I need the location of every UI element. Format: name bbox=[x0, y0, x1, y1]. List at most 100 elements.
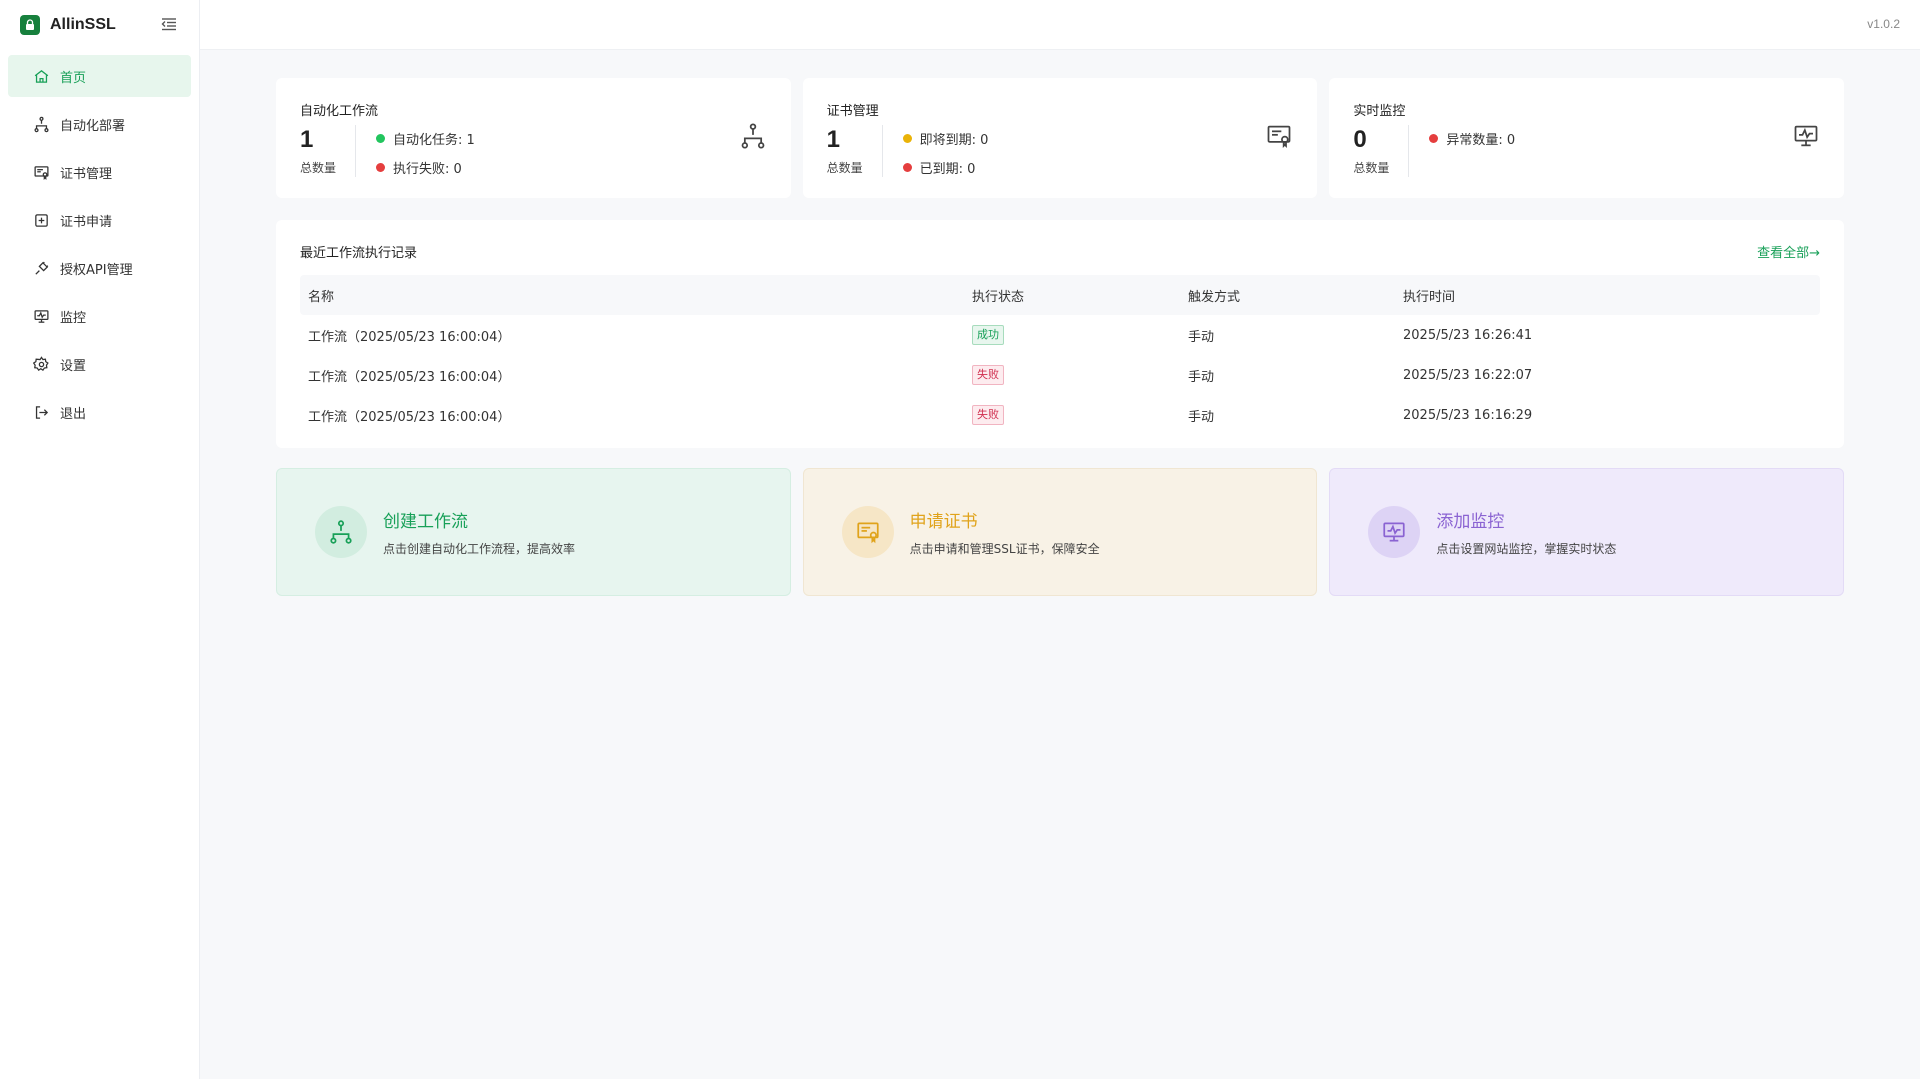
sidebar-item-label: 退出 bbox=[60, 406, 87, 422]
stat-item: 异常数量: 0 bbox=[1429, 129, 1515, 148]
certificate-icon bbox=[1265, 122, 1293, 154]
sidebar-item-cert-manage[interactable]: 证书管理 bbox=[8, 151, 191, 193]
stat-count: 1 bbox=[826, 126, 841, 153]
stat-count-label: 总数量 bbox=[300, 161, 337, 175]
status-dot-yellow bbox=[902, 134, 912, 143]
monitor-icon bbox=[1792, 122, 1820, 154]
add-monitor-card[interactable]: 添加监控 点击设置网站监控，掌握实时状态 bbox=[1329, 468, 1845, 596]
stat-count-label: 总数量 bbox=[826, 161, 863, 175]
table-row: 工作流（2025/05/23 16:00:04） 失败 手动 2025/5/23… bbox=[300, 355, 1820, 395]
status-badge: 成功 bbox=[972, 325, 1004, 345]
stat-title: 证书管理 bbox=[826, 104, 879, 119]
action-description: 点击申请和管理SSL证书，保障安全 bbox=[909, 542, 1100, 556]
status-badge: 失败 bbox=[972, 365, 1004, 385]
stat-item-label: 异常数量: 0 bbox=[1446, 133, 1516, 148]
status-dot-red bbox=[1429, 134, 1439, 143]
sidebar-nav: 首页 自动化部署 证书管理 证书申请 授权API管理 监控 设置 退出 bbox=[0, 50, 199, 444]
stat-count-label: 总数量 bbox=[1353, 161, 1390, 175]
monitor-icon bbox=[1368, 506, 1421, 558]
row-time: 2025/5/23 16:16:29 bbox=[1403, 407, 1533, 423]
stat-item: 已到期: 0 bbox=[902, 158, 989, 177]
plus-square-icon bbox=[32, 211, 50, 229]
sidebar-item-settings[interactable]: 设置 bbox=[8, 343, 191, 385]
apply-certificate-card[interactable]: 申请证书 点击申请和管理SSL证书，保障安全 bbox=[802, 468, 1318, 596]
status-dot-red bbox=[902, 163, 912, 172]
create-workflow-card[interactable]: 创建工作流 点击创建自动化工作流程，提高效率 bbox=[276, 468, 791, 596]
column-header-status: 执行状态 bbox=[972, 289, 1025, 305]
action-title: 添加监控 bbox=[1436, 512, 1505, 532]
sidebar: AllinSSL 首页 自动化部署 证书管理 证书申请 授权API管理 监控 设… bbox=[0, 0, 200, 1079]
workflow-icon bbox=[315, 506, 367, 558]
sidebar-item-label: 自动化部署 bbox=[60, 118, 126, 134]
stat-count: 0 bbox=[1353, 126, 1367, 153]
stat-cards: 自动化工作流 1 总数量 自动化任务: 1 执行失败: 0 证书管理 1 总数量… bbox=[276, 78, 1845, 198]
column-header-trigger: 触发方式 bbox=[1188, 289, 1241, 305]
row-name: 工作流（2025/05/23 16:00:04） bbox=[308, 369, 511, 385]
stat-item-label: 已到期: 0 bbox=[919, 162, 976, 177]
stat-title: 实时监控 bbox=[1353, 104, 1406, 119]
row-trigger: 手动 bbox=[1188, 409, 1215, 425]
stat-card-workflow[interactable]: 自动化工作流 1 总数量 自动化任务: 1 执行失败: 0 bbox=[276, 78, 791, 198]
stat-item-label: 自动化任务: 1 bbox=[393, 133, 475, 148]
sidebar-item-label: 证书申请 bbox=[60, 214, 113, 230]
stat-item: 即将到期: 0 bbox=[902, 129, 989, 148]
view-all-link[interactable]: 查看全部→ bbox=[1757, 242, 1820, 261]
sidebar-item-label: 授权API管理 bbox=[60, 262, 133, 278]
sidebar-item-auto-deploy[interactable]: 自动化部署 bbox=[8, 103, 191, 145]
row-time: 2025/5/23 16:22:07 bbox=[1403, 367, 1533, 383]
action-description: 点击设置网站监控，掌握实时状态 bbox=[1436, 542, 1617, 556]
dashboard-main: 自动化工作流 1 总数量 自动化任务: 1 执行失败: 0 证书管理 1 总数量… bbox=[276, 78, 1845, 596]
lock-logo-icon bbox=[20, 15, 40, 35]
recent-records-panel: 最近工作流执行记录 查看全部→ 名称 执行状态 触发方式 执行时间 工作流（20… bbox=[276, 220, 1844, 448]
table-row: 工作流（2025/05/23 16:00:04） 失败 手动 2025/5/23… bbox=[300, 395, 1820, 435]
records-table: 名称 执行状态 触发方式 执行时间 工作流（2025/05/23 16:00:0… bbox=[300, 275, 1820, 435]
column-header-name: 名称 bbox=[308, 289, 335, 305]
status-dot-red bbox=[376, 163, 385, 172]
gear-icon bbox=[32, 355, 50, 373]
brand: AllinSSL bbox=[0, 0, 199, 50]
menu-collapse-icon[interactable] bbox=[161, 17, 177, 35]
records-title: 最近工作流执行记录 bbox=[300, 246, 418, 261]
sidebar-item-api-manage[interactable]: 授权API管理 bbox=[8, 247, 191, 289]
certificate-icon bbox=[32, 163, 50, 181]
row-name: 工作流（2025/05/23 16:00:04） bbox=[308, 409, 511, 425]
stat-item-label: 即将到期: 0 bbox=[919, 133, 989, 148]
sidebar-item-label: 证书管理 bbox=[60, 166, 113, 182]
app-name: AllinSSL bbox=[50, 16, 116, 33]
monitor-icon bbox=[32, 307, 50, 325]
row-trigger: 手动 bbox=[1188, 369, 1215, 385]
row-trigger: 手动 bbox=[1188, 329, 1215, 345]
action-title: 创建工作流 bbox=[383, 512, 468, 532]
logout-icon bbox=[32, 403, 50, 421]
stat-title: 自动化工作流 bbox=[300, 104, 379, 119]
stat-item-label: 执行失败: 0 bbox=[393, 162, 462, 177]
sidebar-item-label: 首页 bbox=[60, 70, 87, 86]
stat-item: 执行失败: 0 bbox=[376, 158, 475, 177]
action-description: 点击创建自动化工作流程，提高效率 bbox=[383, 542, 576, 556]
column-header-time: 执行时间 bbox=[1403, 289, 1456, 305]
stat-card-monitor[interactable]: 实时监控 0 总数量 异常数量: 0 bbox=[1329, 78, 1845, 198]
row-time: 2025/5/23 16:26:41 bbox=[1403, 327, 1533, 343]
certificate-icon bbox=[841, 506, 894, 558]
workflow-icon bbox=[739, 122, 767, 154]
row-name: 工作流（2025/05/23 16:00:04） bbox=[308, 329, 511, 345]
stat-card-certificate[interactable]: 证书管理 1 总数量 即将到期: 0 已到期: 0 bbox=[802, 78, 1318, 198]
sidebar-item-home[interactable]: 首页 bbox=[8, 55, 191, 97]
quick-actions: 创建工作流 点击创建自动化工作流程，提高效率 申请证书 点击申请和管理SSL证书… bbox=[276, 468, 1845, 596]
table-header: 名称 执行状态 触发方式 执行时间 bbox=[300, 275, 1820, 315]
top-header: v1.0.2 bbox=[200, 0, 1920, 50]
version-label: v1.0.2 bbox=[1867, 17, 1900, 31]
home-icon bbox=[32, 67, 50, 85]
table-row: 工作流（2025/05/23 16:00:04） 成功 手动 2025/5/23… bbox=[300, 315, 1820, 355]
stat-count: 1 bbox=[300, 126, 314, 153]
api-plug-icon bbox=[32, 259, 50, 277]
sidebar-item-label: 设置 bbox=[60, 358, 87, 374]
sidebar-item-monitor[interactable]: 监控 bbox=[8, 295, 191, 337]
sidebar-item-label: 监控 bbox=[60, 310, 87, 326]
status-badge: 失败 bbox=[972, 405, 1004, 425]
workflow-icon bbox=[32, 115, 50, 133]
sidebar-item-logout[interactable]: 退出 bbox=[8, 391, 191, 433]
status-dot-green bbox=[376, 134, 385, 143]
sidebar-item-cert-apply[interactable]: 证书申请 bbox=[8, 199, 191, 241]
action-title: 申请证书 bbox=[909, 512, 978, 532]
